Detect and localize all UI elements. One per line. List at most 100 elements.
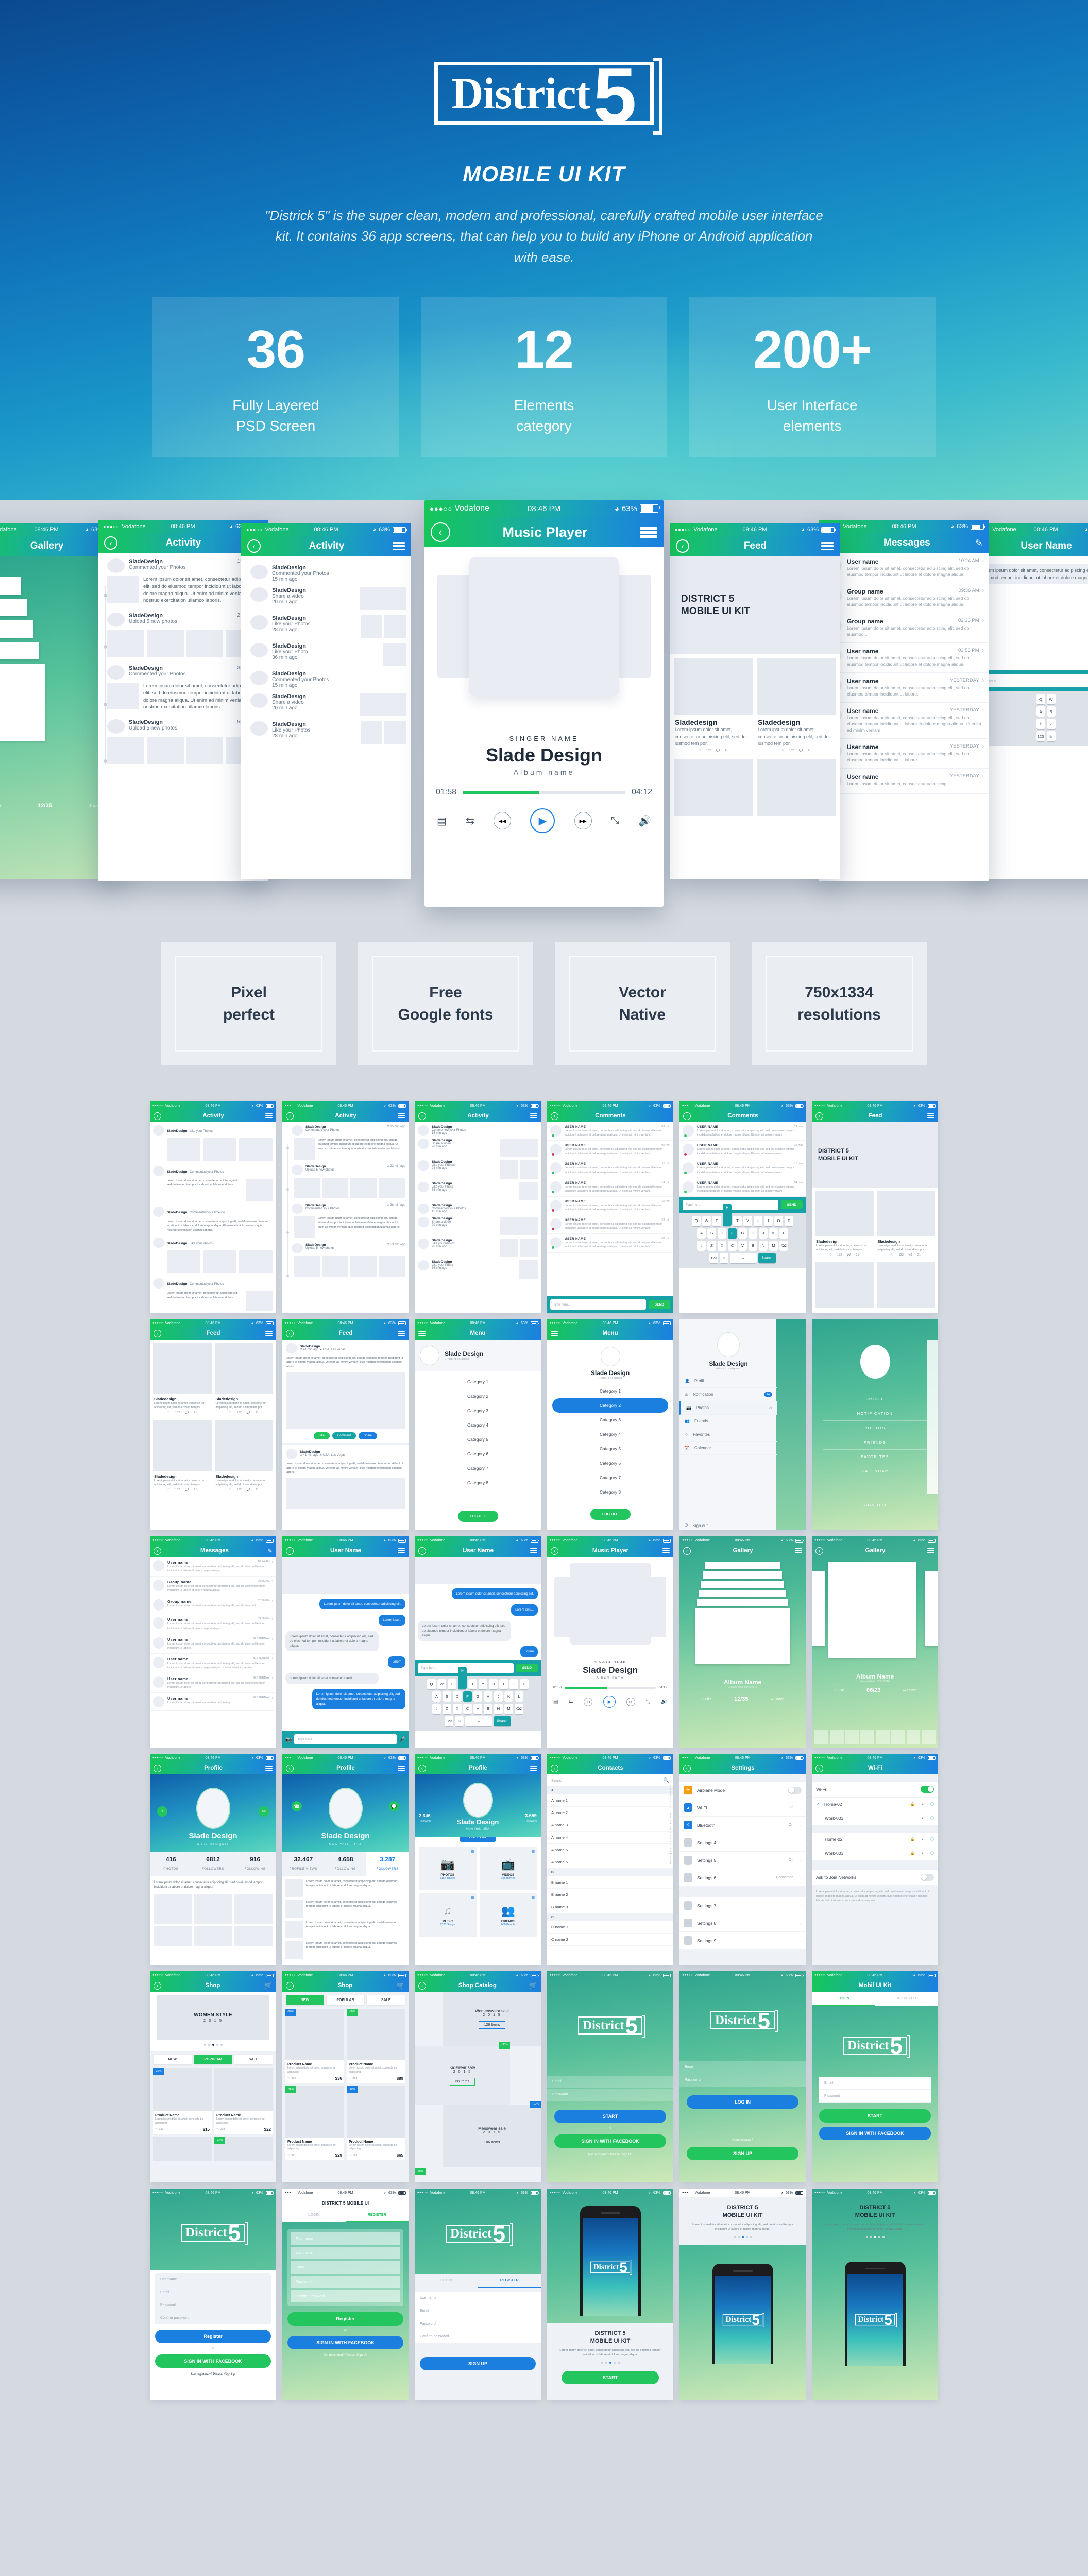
like-icon[interactable]: ♡ <box>229 1411 231 1414</box>
key-P[interactable]: P <box>785 1215 793 1226</box>
list-item[interactable]: User name 03:56 PM › Lorem ipsum dolor sit … <box>819 643 989 673</box>
feed-card[interactable]: Sladedesign Lorem ipsum dolor sit amet, c… <box>815 1191 874 1259</box>
screen-register-tabs-2[interactable]: ●●●○○ Vodafone 08:46 PM ◕ 63% District 5 LOGI… <box>415 2189 541 2400</box>
key-S[interactable]: S <box>443 1691 451 1702</box>
key-A[interactable]: A <box>1036 706 1045 717</box>
back-icon[interactable]: ‹ <box>551 1547 558 1555</box>
menu-icon[interactable] <box>530 1113 537 1118</box>
confirm-password-field[interactable]: Confirm password <box>415 2331 541 2343</box>
share-button[interactable]: Share <box>359 1432 378 1440</box>
back-icon[interactable]: ‹ <box>247 539 261 553</box>
activity-item[interactable]: SladeDesign Like your Photo 36 min ago <box>241 638 411 666</box>
camera-icon[interactable]: 📷 <box>285 1737 292 1742</box>
feed-card[interactable]: Sladedesign Lorem ipsum dolor sit amet, c… <box>153 1420 212 1494</box>
contact-item[interactable]: A name 2 <box>547 1807 673 1819</box>
key-H[interactable]: H <box>484 1691 492 1702</box>
key-G[interactable]: G <box>738 1228 747 1239</box>
key-E[interactable]: E <box>712 1215 721 1226</box>
sign-out-button[interactable]: ⏻ Sign out <box>679 1519 777 1530</box>
email-field[interactable]: Email <box>291 2261 400 2274</box>
add-friend-icon[interactable]: + <box>157 1806 167 1817</box>
profile-tile-videos[interactable]: ▦ 📺 VIDEOS 156 movies <box>479 1847 537 1890</box>
gallery-like-button[interactable]: ♡ Like <box>834 1688 844 1692</box>
wifi-toggle[interactable] <box>921 1786 934 1793</box>
shop-tabs[interactable]: NEW POPULAR SALE <box>150 2051 276 2068</box>
player-controls[interactable]: ▤ ⇆ ◂◂ ▶ ▸▸ ⤡ 🔊 <box>424 797 664 833</box>
stat-following[interactable]: 4.658 FOLLOWING <box>325 1852 367 1876</box>
screen-feed-grid[interactable]: ●●●○○ Vodafone 08:46 PM ◕ 63% ‹ Feed Sladedes… <box>150 1319 276 1530</box>
comment-icon[interactable]: 💬 <box>185 1488 189 1492</box>
settings-item-4[interactable]: Settings 4 › <box>679 1834 806 1852</box>
sidebar-item-profil[interactable]: 👤 Profil <box>679 1375 777 1388</box>
key-F[interactable]: F <box>728 1228 737 1239</box>
list-item[interactable]: SladeDesign Share a video 20 min ago <box>415 1136 541 1157</box>
screen-register-white[interactable]: ●●●○○ Vodafone 08:46 PM ◕ 63% District 5 User… <box>150 2189 276 2400</box>
start-button[interactable]: START <box>562 2370 659 2384</box>
play-icon[interactable]: ▶ <box>530 808 555 833</box>
list-item[interactable]: User name YESTERDAY › Lorem ipsum dolor sit… <box>150 1673 276 1693</box>
settings-item-9[interactable]: Settings 9 › <box>679 1932 806 1950</box>
showcase-screen-messages[interactable]: ●●●○○Vodafone 08:46 PM ◕63% ‹ Messages ✎… <box>819 520 989 881</box>
username-field[interactable]: Username <box>155 2273 271 2285</box>
stat-profile-views[interactable]: 32.467 PROFILE VIEWS <box>282 1852 325 1876</box>
comment-item[interactable]: USER NAME 11 min Lorem ipsum dolor sit ame… <box>679 1159 806 1178</box>
menu-item[interactable]: Category 8 <box>415 1476 541 1490</box>
key-G[interactable]: G <box>473 1691 482 1702</box>
keyboard[interactable]: Q W E F T Y U I O P A S D F G H J K L ⇧ … <box>415 1666 541 1731</box>
gallery-like-button[interactable]: Like <box>0 804 1 808</box>
back-icon[interactable]: ‹ <box>154 1764 161 1772</box>
key-W[interactable]: W <box>1046 694 1056 704</box>
list-item[interactable]: SladeDesign Like your Photos 28 min ago <box>415 1157 541 1179</box>
chat-input[interactable]: Type here.. <box>973 674 1088 687</box>
back-icon[interactable]: ‹ <box>683 1112 691 1120</box>
screen-settings[interactable]: ●●●○○ Vodafone 08:46 PM ◕ 63% ‹ Settings ✈ Air… <box>679 1754 806 1965</box>
menu-icon[interactable] <box>530 1766 537 1771</box>
back-icon[interactable]: ‹ <box>286 1112 294 1120</box>
key-X[interactable]: X <box>453 1703 462 1714</box>
register-button[interactable]: Register <box>155 2330 271 2343</box>
like-icon[interactable]: ♡ <box>781 749 784 752</box>
tab-login[interactable]: LOGIN <box>282 2209 346 2222</box>
screen-comments-keyboard[interactable]: ●●●○○ Vodafone 08:46 PM ◕ 63% ‹ Comments USER… <box>679 1101 806 1313</box>
list-item[interactable]: Lorem ipsum dolor sit amet, consectetur … <box>285 1921 405 1938</box>
profile-tile-photos[interactable]: ▦ 📷 PHOTOS 516 Pictures <box>419 1847 477 1890</box>
send-button[interactable]: SEND <box>648 1300 670 1309</box>
key-Y[interactable]: Y <box>479 1679 487 1689</box>
overlay-item-photos[interactable]: PHOTOS <box>823 1421 927 1435</box>
screen-gallery-stack[interactable]: ●●●○○ Vodafone 08:46 PM ◕ 63% ‹ Gallery Album… <box>679 1536 806 1748</box>
screen-sidebar-drawer[interactable]: Slade Design ui/ux designer 👤 Profil ⚠ Not… <box>679 1319 806 1530</box>
back-icon[interactable]: ‹ <box>418 1981 426 1990</box>
key-K[interactable]: K <box>769 1228 778 1239</box>
activity-item[interactable]: SladeDesign Share a video 20 min ago <box>241 582 411 610</box>
info-icon[interactable]: ⓘ <box>930 1837 934 1842</box>
space-key[interactable]: ⎯ <box>465 1716 492 1726</box>
password-field[interactable]: Password <box>547 2088 673 2101</box>
key-P[interactable]: P <box>520 1679 529 1689</box>
screen-profile-a[interactable]: ●●●○○ Vodafone 08:46 PM ◕ 63% ‹ Profile + ✉ S… <box>150 1754 276 1965</box>
mail-icon[interactable]: ✉ <box>259 1806 269 1817</box>
key-Y[interactable]: Y <box>743 1215 752 1226</box>
comment-icon[interactable]: 💬 <box>185 1411 189 1414</box>
screen-register-tabs[interactable]: ●●●○○ Vodafone 08:46 PM ◕ 63% DISTRICT 5 MOB… <box>282 2189 409 2400</box>
settings-item-7[interactable]: Settings 7 › <box>679 1897 806 1914</box>
back-icon[interactable]: ‹ <box>676 539 689 553</box>
start-button[interactable]: START <box>554 2109 666 2123</box>
list-item[interactable]: SladeDesign Commented your Photos 15 min a… <box>415 1122 541 1136</box>
list-item[interactable]: SladeDesign Commented your Photos 15 min a… <box>415 1200 541 1214</box>
catalog-kidswear[interactable]: -30% Kidswear sale 2 0 1 5 68 Items <box>415 2042 510 2105</box>
sidebar-item-calendar[interactable]: 📅 Calendar <box>679 1442 777 1455</box>
key-W[interactable]: W <box>702 1215 711 1226</box>
sidebar-item-notification[interactable]: ⚠ Notification 14 <box>679 1388 777 1401</box>
showcase-screen-music-player[interactable]: ●●●○○ Vodafone 08:46 PM ◕ 63% ‹ Music Play… <box>424 500 664 907</box>
feed-card[interactable]: Sladedesign Lorem ipsum dolor sit amet, … <box>674 658 753 755</box>
key-B[interactable]: B <box>749 1240 757 1251</box>
screen-messages[interactable]: ●●●○○ Vodafone 08:46 PM ◕ 63% ‹ Messages ✎ Use… <box>150 1536 276 1748</box>
menu-icon[interactable] <box>397 1766 405 1771</box>
list-item[interactable]: Group name 02:36 PM › Lorem ipsum dolor sit… <box>819 613 989 643</box>
key-M[interactable]: M <box>769 1240 778 1251</box>
product-card[interactable]: -20% Product Name Lorem ipsum dolor sit am… <box>285 2009 344 2083</box>
tab-register[interactable]: REGISTER <box>875 1992 939 2006</box>
list-item[interactable]: SladeDesign Commented your Photos <box>150 1161 276 1176</box>
like-icon[interactable]: ♡ <box>216 2128 219 2131</box>
key-Q[interactable]: Q <box>692 1215 701 1226</box>
